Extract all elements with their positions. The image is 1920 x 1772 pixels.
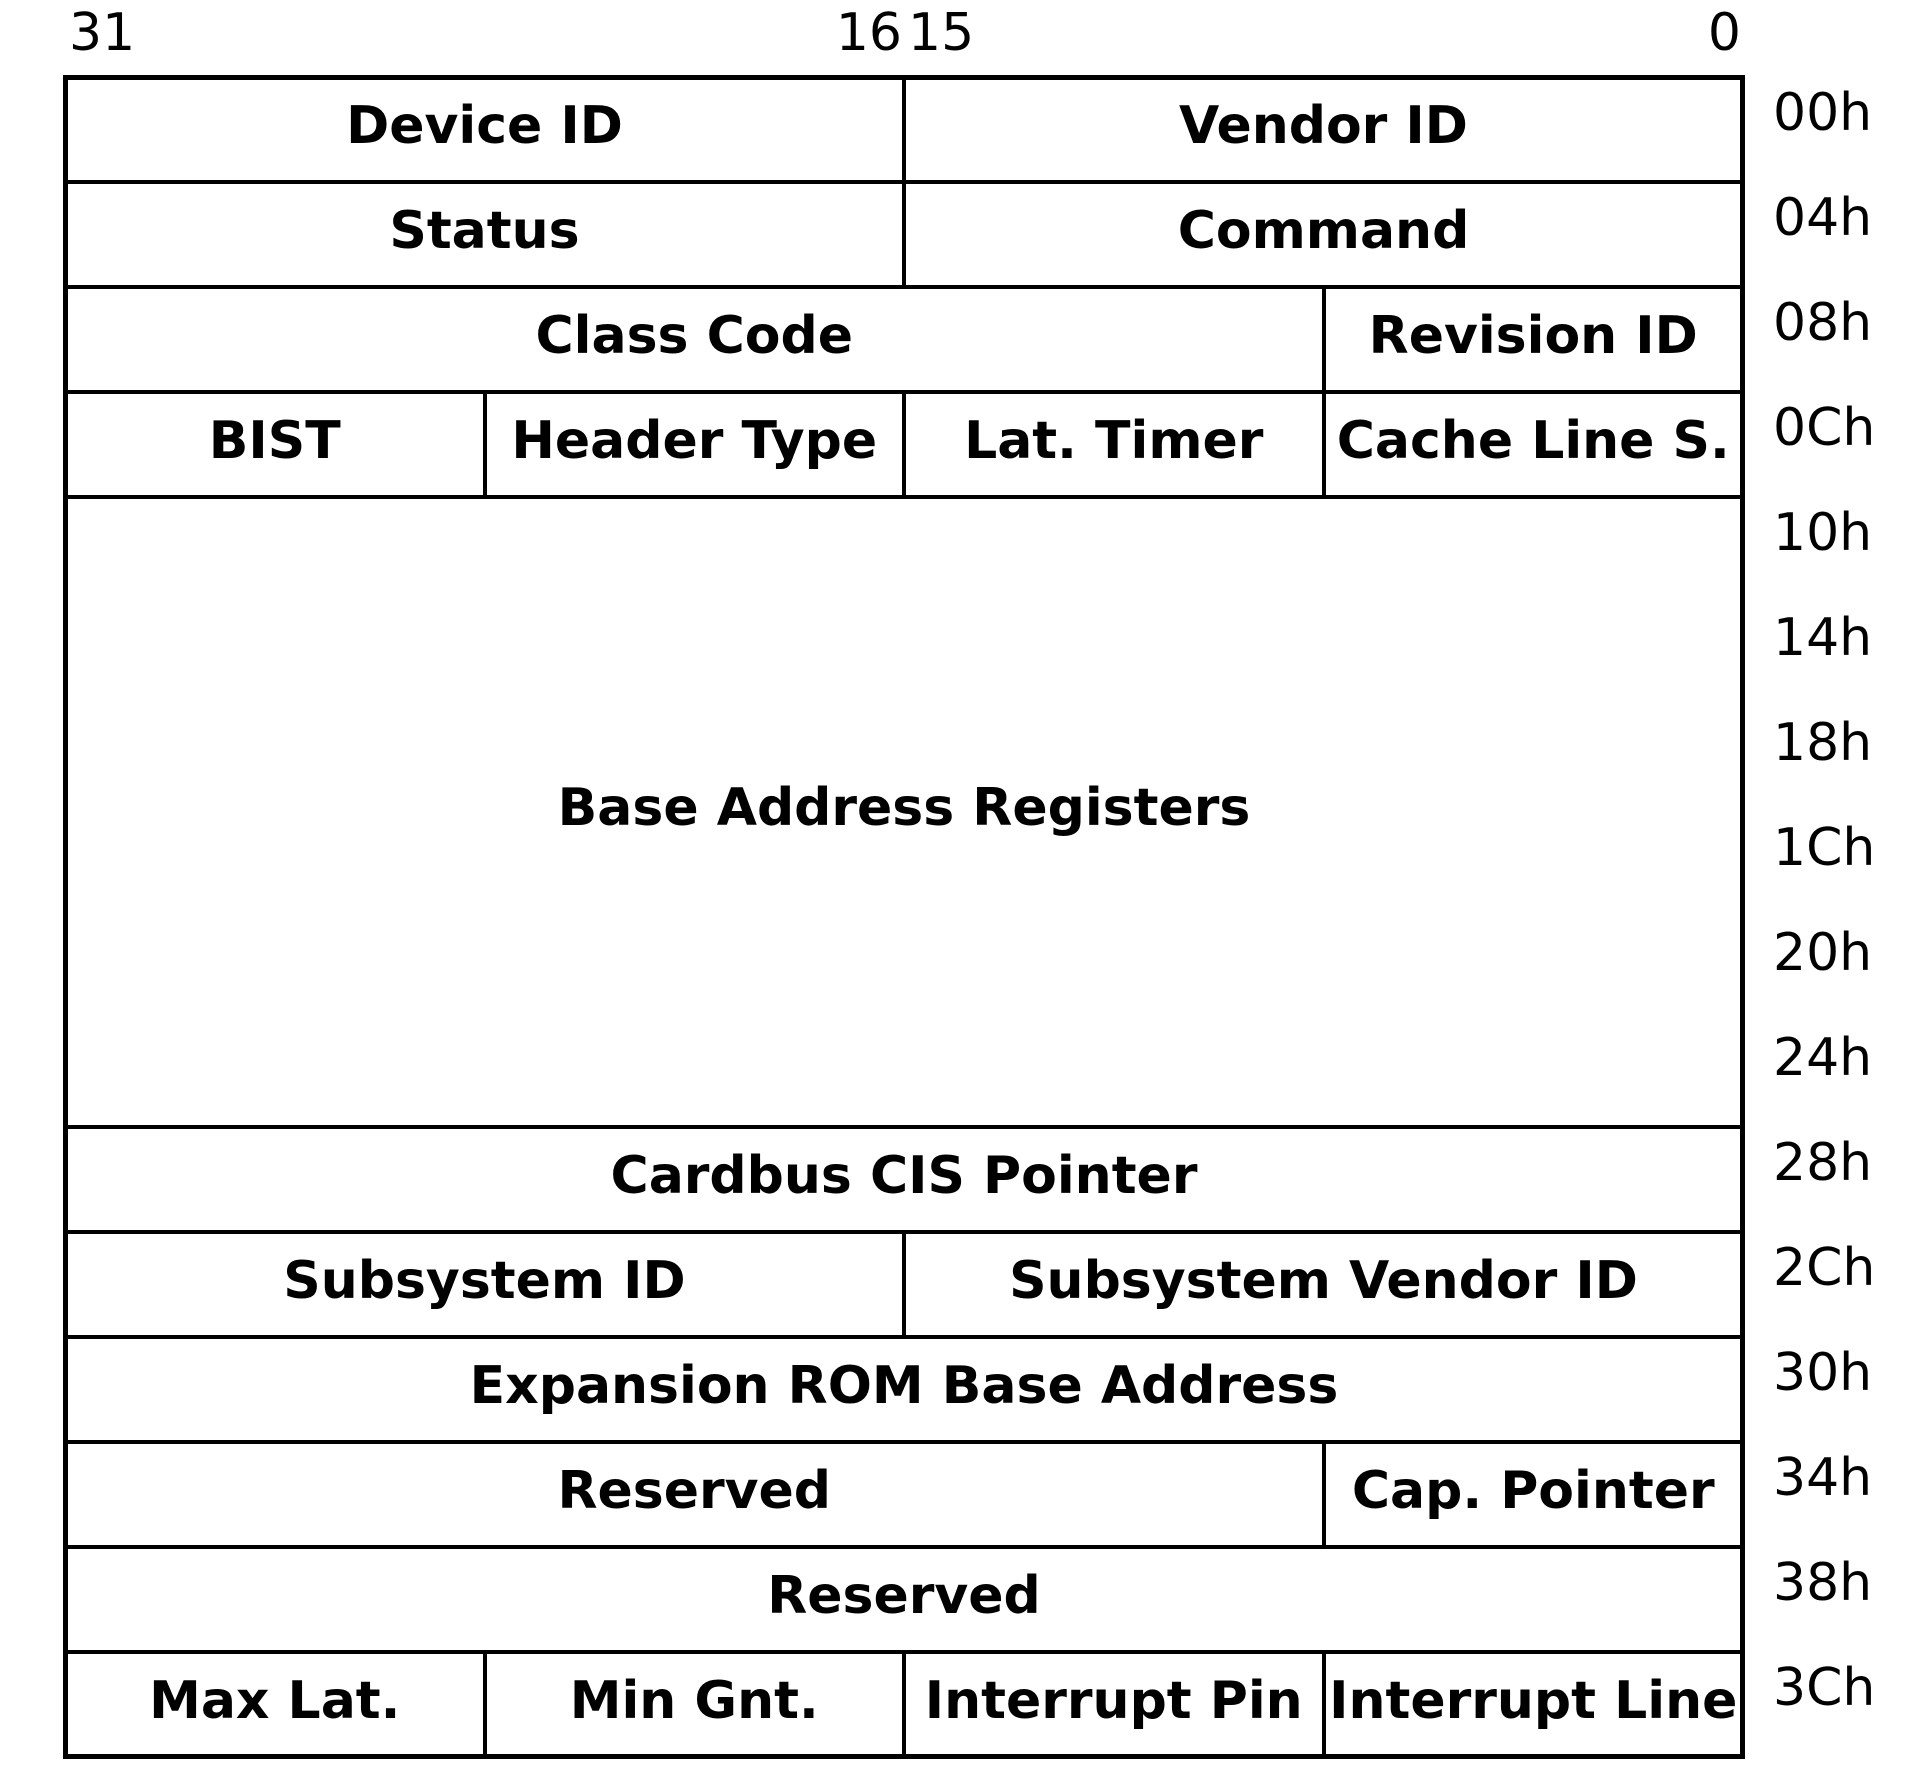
offset-label-34h: 34h — [1773, 1448, 1873, 1508]
offset-label-14h: 14h — [1773, 608, 1873, 668]
field-reserved: Reserved — [65, 1547, 1743, 1652]
field-class-code: Class Code — [65, 287, 1324, 392]
offset-label-10h: 10h — [1773, 503, 1873, 563]
offset-label-38h: 38h — [1773, 1553, 1873, 1613]
field-interrupt-pin: Interrupt Pin — [904, 1652, 1324, 1757]
register-map-table: Device ID Vendor ID Status Command Class Cod… — [63, 75, 1745, 1759]
field-cache-line-s: Cache Line S. — [1323, 392, 1743, 497]
field-command: Command — [904, 182, 1743, 287]
offset-label-3ch: 3Ch — [1773, 1658, 1876, 1718]
bit-label-16: 16 — [835, 3, 902, 63]
bit-label-15: 15 — [908, 3, 975, 63]
offset-label-20h: 20h — [1773, 923, 1873, 983]
offset-label-0ch: 0Ch — [1773, 398, 1876, 458]
offset-label-30h: 30h — [1773, 1343, 1873, 1403]
field-bist: BIST — [65, 392, 485, 497]
offset-label-00h: 00h — [1773, 83, 1873, 143]
field-header-type: Header Type — [484, 392, 904, 497]
offset-label-2ch: 2Ch — [1773, 1238, 1876, 1298]
field-max-lat: Max Lat. — [65, 1652, 485, 1757]
field-status: Status — [65, 182, 904, 287]
field-interrupt-line: Interrupt Line — [1323, 1652, 1743, 1757]
offset-label-1ch: 1Ch — [1773, 818, 1876, 878]
field-cardbus-cis-pointer: Cardbus CIS Pointer — [65, 1127, 1743, 1232]
bit-label-31: 31 — [69, 3, 136, 63]
field-vendor-id: Vendor ID — [904, 77, 1743, 182]
offset-label-24h: 24h — [1773, 1028, 1873, 1088]
field-subsystem-vendor-id: Subsystem Vendor ID — [904, 1232, 1743, 1337]
field-revision-id: Revision ID — [1323, 287, 1743, 392]
field-device-id: Device ID — [65, 77, 904, 182]
field-base-address-registers: Base Address Registers — [65, 497, 1743, 1127]
offset-label-28h: 28h — [1773, 1133, 1873, 1193]
field-expansion-rom-base-address: Expansion ROM Base Address — [65, 1337, 1743, 1442]
offset-label-18h: 18h — [1773, 713, 1873, 773]
field-reserved: Reserved — [65, 1442, 1324, 1547]
field-cap-pointer: Cap. Pointer — [1323, 1442, 1743, 1547]
bit-label-0: 0 — [1707, 3, 1741, 63]
field-lat-timer: Lat. Timer — [904, 392, 1324, 497]
field-subsystem-id: Subsystem ID — [65, 1232, 904, 1337]
offset-label-08h: 08h — [1773, 293, 1873, 353]
offset-label-04h: 04h — [1773, 188, 1873, 248]
field-min-gnt: Min Gnt. — [484, 1652, 904, 1757]
